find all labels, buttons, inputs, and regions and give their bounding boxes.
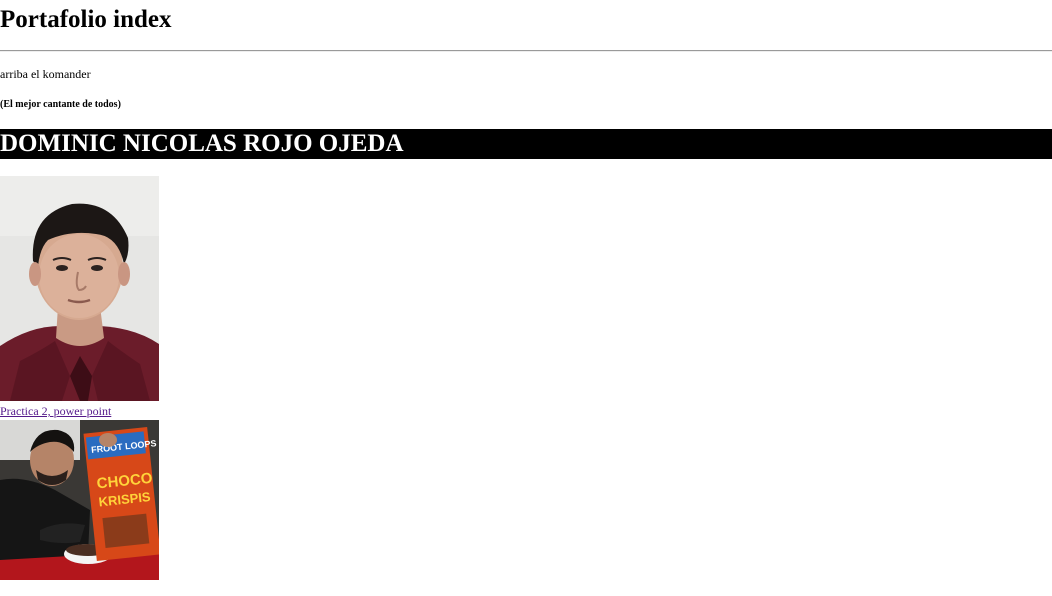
cereal-photo: FROOT LOOPS CHOCO KRISPIS bbox=[0, 420, 159, 580]
practica-2-link[interactable]: Practica 2, power point bbox=[0, 404, 111, 419]
intro-text: arriba el komander bbox=[0, 67, 91, 81]
page: Portafolio index arriba el komander (El … bbox=[0, 0, 1052, 596]
page-title: Portafolio index bbox=[0, 6, 172, 33]
subtitle-text: (El mejor cantante de todos) bbox=[0, 99, 121, 110]
name-banner: DOMINIC NICOLAS ROJO OJEDA bbox=[0, 129, 1052, 159]
portrait-photo bbox=[0, 176, 159, 401]
horizontal-divider bbox=[0, 50, 1052, 52]
